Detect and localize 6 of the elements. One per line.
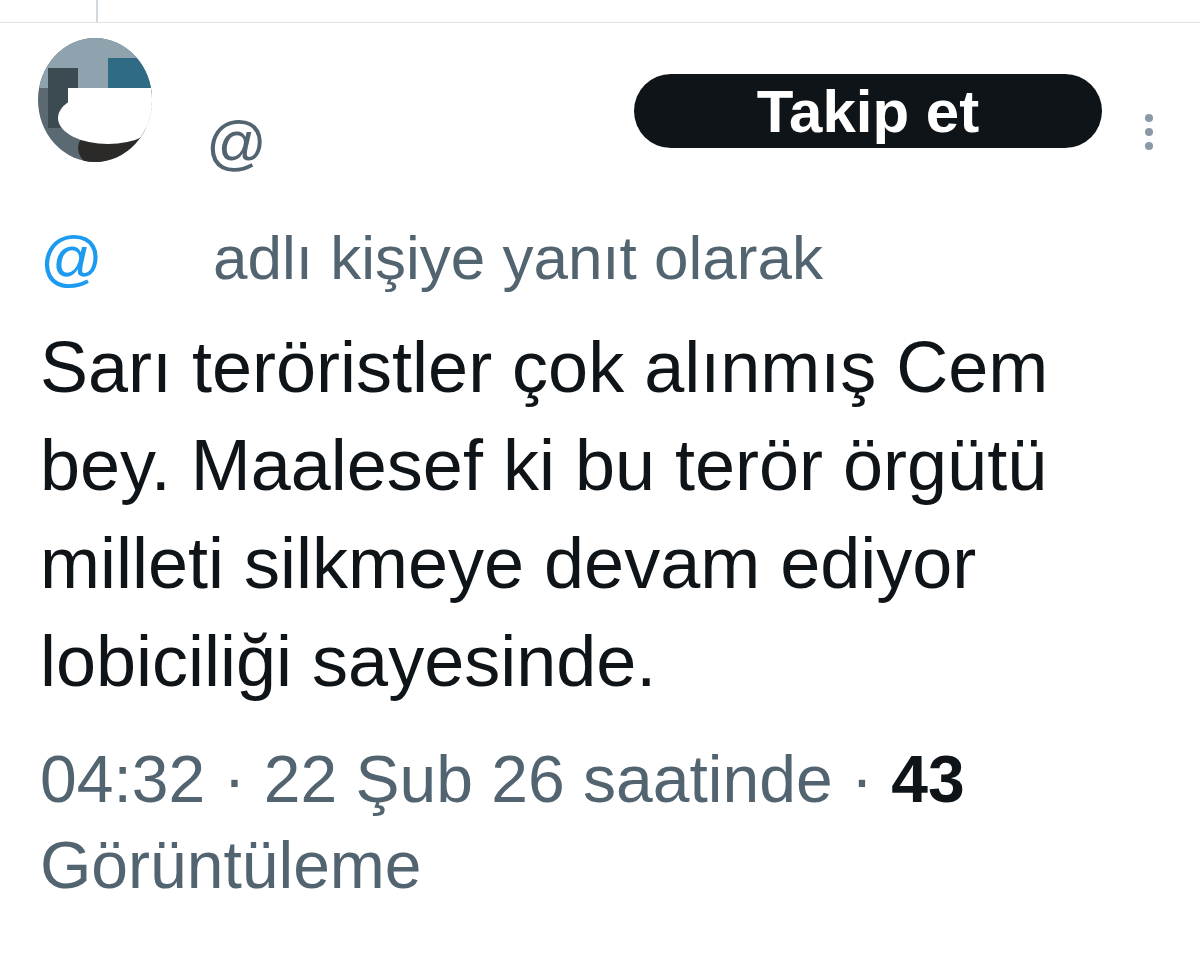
follow-button[interactable]: Takip et bbox=[634, 74, 1102, 148]
reply-context: adlı kişiye yanıt olarak bbox=[212, 222, 823, 293]
tweet-meta: 04:32 · 22 Şub 26 saatinde · 43 Görüntüleme bbox=[40, 741, 966, 904]
user-handle: @ bbox=[206, 109, 267, 176]
tweet-text: Sarı teröristler çok alınmış Cem bey. Maalesef ki bu terör örgütü milleti silkmeye devam ediyor lobiciliği sayesinde. bbox=[40, 326, 1050, 703]
more-icon[interactable] bbox=[1144, 113, 1154, 151]
